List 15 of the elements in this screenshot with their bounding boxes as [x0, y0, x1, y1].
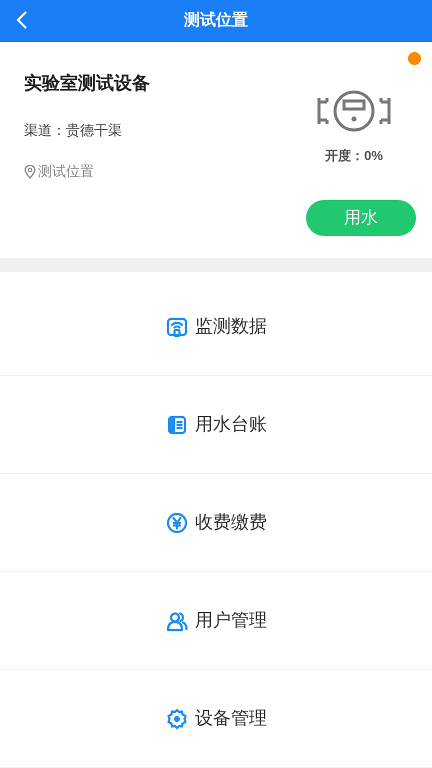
back-icon [16, 10, 28, 30]
device-name: 实验室测试设备 [24, 72, 151, 95]
location-pin-icon [24, 164, 36, 178]
menu-label: 监测数据 [195, 315, 267, 338]
menu-label: 用户管理 [195, 609, 267, 632]
menu-label: 设备管理 [195, 707, 267, 730]
menu-label: 收费缴费 [195, 511, 267, 534]
page-title: 测试位置 [184, 10, 248, 31]
location-text: 测试位置 [38, 162, 94, 181]
yen-coin-icon [165, 510, 189, 534]
menu-label: 用水台账 [195, 413, 267, 436]
gear-icon [165, 706, 189, 730]
opening-text: 开度：0% [325, 147, 383, 165]
water-meter-icon [317, 90, 391, 132]
channel-text: 渠道：贵德干渠 [24, 121, 123, 140]
